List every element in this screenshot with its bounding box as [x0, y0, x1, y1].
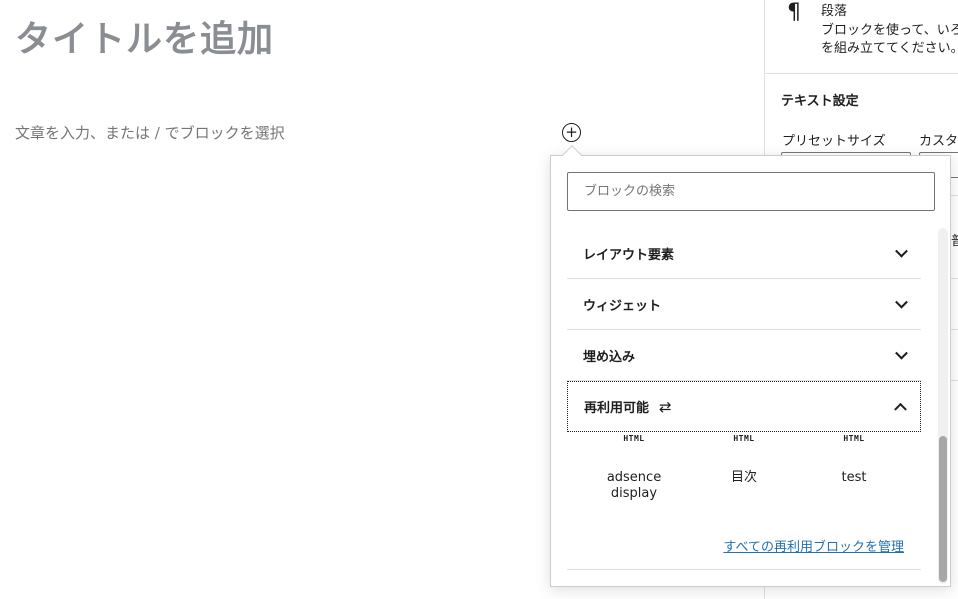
block-desc-line: ブロックを使って、いろ: [821, 23, 958, 38]
divider: [567, 569, 921, 570]
reusable-block-grid: HTML adsence display HTML 目次 HTML test: [567, 434, 921, 524]
preset-size-label: プリセットサイズ: [782, 134, 886, 149]
block-desc-line: を組み立ててください。: [821, 41, 958, 56]
scrollbar-thumb[interactable]: [939, 436, 947, 582]
category-label: 再利用可能: [584, 401, 650, 416]
reusable-block-item[interactable]: HTML 目次: [689, 434, 799, 486]
block-category-list: レイアウト要素 ウィジェット 埋め込み 再利用可能 ⇄: [567, 228, 921, 432]
chevron-down-icon: [895, 295, 908, 309]
plus-icon: +: [565, 123, 578, 141]
html-icon: HTML: [843, 434, 865, 443]
block-search-input[interactable]: [567, 172, 935, 211]
block-card: ¶ 段落 ブロックを使って、いろ を組み立ててください。: [765, 0, 958, 74]
custom-size-label: カスタ: [919, 134, 958, 149]
reusable-block-label: test: [841, 470, 867, 485]
reusable-block-item[interactable]: HTML adsence display: [579, 434, 689, 502]
reusable-block-label: adsence display: [606, 470, 662, 501]
reusable-block-icon: ⇄: [659, 397, 672, 416]
text-settings-panel-title[interactable]: テキスト設定: [781, 90, 859, 109]
category-layout[interactable]: レイアウト要素: [567, 228, 921, 279]
reusable-block-item[interactable]: HTML test: [799, 434, 909, 486]
html-icon: HTML: [733, 434, 755, 443]
category-widgets[interactable]: ウィジェット: [567, 279, 921, 330]
block-card-title: 段落: [821, 4, 848, 19]
inserter-scrollbar[interactable]: [938, 228, 948, 584]
reusable-block-label: 目次: [730, 470, 757, 485]
paragraph-icon: ¶: [787, 0, 801, 25]
category-embeds[interactable]: 埋め込み: [567, 330, 921, 381]
chevron-down-icon: [895, 346, 908, 360]
block-inserter-toggle-button[interactable]: +: [562, 123, 581, 142]
chevron-down-icon: [895, 244, 908, 258]
block-inserter-popover: レイアウト要素 ウィジェット 埋め込み 再利用可能 ⇄ HTML adsence…: [550, 145, 951, 587]
chevron-up-icon: [894, 402, 907, 416]
sidebar-text-fragment: 普: [951, 230, 958, 249]
category-reusable[interactable]: 再利用可能 ⇄: [567, 381, 921, 432]
category-label: 埋め込み: [583, 349, 636, 365]
block-card-description: ブロックを使って、いろ を組み立ててください。: [821, 22, 958, 58]
html-icon: HTML: [623, 434, 645, 443]
post-title-input[interactable]: タイトルを追加: [15, 10, 274, 62]
category-label: レイアウト要素: [583, 247, 675, 263]
paragraph-block-placeholder[interactable]: 文章を入力、または / でブロックを選択: [15, 122, 285, 143]
category-label: ウィジェット: [583, 298, 662, 314]
manage-reusable-blocks-link[interactable]: すべての再利用ブロックを管理: [723, 536, 904, 555]
